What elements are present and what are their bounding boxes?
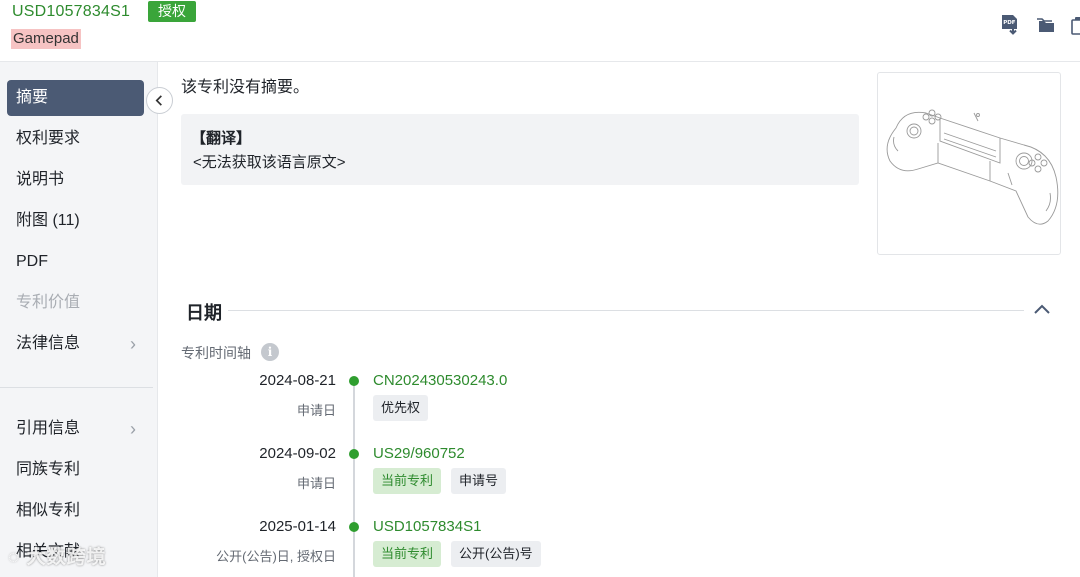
sidebar-item-label: 引用信息 xyxy=(16,420,81,437)
timeline-number-link[interactable]: CN202430530243.0 xyxy=(373,372,507,389)
timeline-dot xyxy=(349,522,359,532)
sidebar-item-label: PDF xyxy=(16,253,48,270)
pdf-download-icon[interactable]: PDF xyxy=(999,14,1021,36)
dates-section-title: 日期 xyxy=(186,303,222,323)
sidebar-item-similar[interactable]: 相似专利 xyxy=(7,493,144,529)
sidebar-divider xyxy=(0,387,153,388)
sidebar-item-label: 摘要 xyxy=(16,89,49,106)
timeline-dot xyxy=(349,449,359,459)
sidebar-item-label: 相似专利 xyxy=(16,502,81,519)
main-content: 该专利没有摘要。 【翻译】 <无法获取该语言原文> 日期 专利时间轴 i 202… xyxy=(158,62,1080,577)
sidebar-item-family[interactable]: 同族专利 xyxy=(7,452,144,488)
sidebar: 摘要 权利要求 说明书 附图 (11) PDF 专利价值 法律信息 › 引用信息… xyxy=(0,62,158,577)
translation-box: 【翻译】 <无法获取该语言原文> xyxy=(181,114,859,185)
timeline-label: 专利时间轴 xyxy=(181,345,251,361)
tag-priority: 优先权 xyxy=(373,395,429,421)
chevron-right-icon: › xyxy=(130,334,136,354)
translation-title: 【翻译】 xyxy=(191,130,252,147)
timeline-number-link[interactable]: USD1057834S1 xyxy=(373,518,481,535)
publication-number: USD1057834S1 xyxy=(12,3,131,20)
watermark-logo-icon: ◌ xyxy=(8,547,27,568)
timeline-date: 2024-08-21 xyxy=(259,372,336,389)
sidebar-item-label: 专利价值 xyxy=(16,294,81,311)
translation-text: <无法获取该语言原文> xyxy=(193,154,346,171)
timeline-line xyxy=(353,382,355,577)
abstract-text: 该专利没有摘要。 xyxy=(181,79,310,96)
sidebar-item-label: 附图 (11) xyxy=(16,212,80,229)
sidebar-item-citations[interactable]: 引用信息 › xyxy=(7,411,144,447)
timeline-dot xyxy=(349,376,359,386)
tag-application-number: 申请号 xyxy=(451,468,507,494)
sidebar-item-patent-value: 专利价值 xyxy=(7,285,144,321)
timeline-date-type: 申请日 xyxy=(296,403,336,418)
watermark: ◌ 大数跨境 xyxy=(8,542,107,569)
sidebar-item-claims[interactable]: 权利要求 xyxy=(7,121,144,157)
sidebar-item-description[interactable]: 说明书 xyxy=(7,162,144,198)
sidebar-item-label: 同族专利 xyxy=(16,461,81,478)
copy-icon[interactable] xyxy=(1069,14,1080,36)
folder-icon[interactable] xyxy=(1035,14,1057,36)
sidebar-item-legal-info[interactable]: 法律信息 › xyxy=(7,326,144,362)
info-icon[interactable]: i xyxy=(261,343,279,361)
tag-current-patent: 当前专利 xyxy=(373,541,442,567)
sidebar-item-label: 权利要求 xyxy=(16,130,81,147)
timeline-date-type: 公开(公告)日, 授权日 xyxy=(216,549,336,564)
timeline-number-link[interactable]: US29/960752 xyxy=(373,445,465,462)
watermark-text: 大数跨境 xyxy=(26,547,107,568)
drawing-thumbnail[interactable] xyxy=(877,72,1061,255)
sidebar-item-abstract[interactable]: 摘要 xyxy=(7,80,144,116)
chevron-up-icon[interactable] xyxy=(1032,300,1052,320)
section-divider xyxy=(228,310,1024,311)
svg-text:PDF: PDF xyxy=(1003,20,1016,26)
tag-current-patent: 当前专利 xyxy=(373,468,442,494)
status-badge: 授权 xyxy=(148,1,196,22)
tag-publication-number: 公开(公告)号 xyxy=(451,541,541,567)
timeline-date: 2025-01-14 xyxy=(259,518,336,535)
patent-title: Gamepad xyxy=(11,29,81,49)
sidebar-item-drawings[interactable]: 附图 (11) xyxy=(7,203,144,239)
sidebar-item-pdf[interactable]: PDF xyxy=(7,244,144,280)
timeline-date-type: 申请日 xyxy=(296,476,336,491)
chevron-right-icon: › xyxy=(130,419,136,439)
gamepad-drawing xyxy=(886,109,1059,225)
timeline-date: 2024-09-02 xyxy=(259,445,336,462)
patent-header: USD1057834S1 授权 Gamepad PDF xyxy=(0,0,1080,62)
sidebar-item-label: 法律信息 xyxy=(16,335,81,352)
sidebar-item-label: 说明书 xyxy=(16,171,65,188)
